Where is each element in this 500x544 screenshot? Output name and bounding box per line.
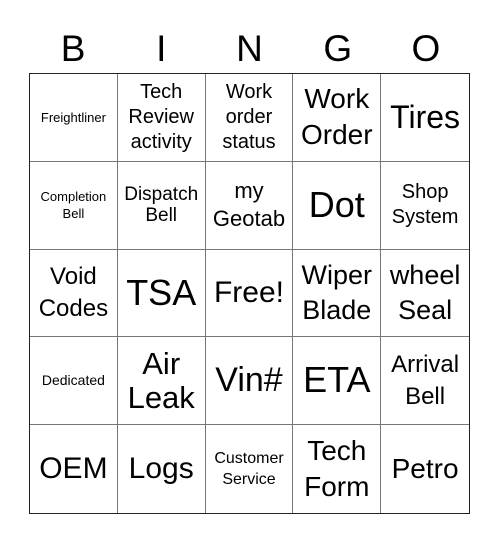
header-letter-b: B bbox=[60, 28, 86, 69]
bingo-cell[interactable]: Work order status bbox=[205, 74, 294, 162]
bingo-card: Freightliner Tech Review activity Work o… bbox=[29, 73, 470, 514]
bingo-cell[interactable]: Logs bbox=[118, 425, 206, 513]
bingo-cell[interactable]: Arrival Bell bbox=[381, 337, 469, 426]
bingo-cell[interactable]: Dispatch Bell bbox=[117, 161, 206, 250]
bingo-cell[interactable]: Petro bbox=[381, 425, 469, 513]
bingo-cell[interactable]: Freightliner bbox=[30, 74, 118, 162]
bingo-cell[interactable]: ETA bbox=[293, 337, 382, 426]
free-space-cell[interactable]: Free! bbox=[205, 249, 294, 338]
header-letter-g: G bbox=[323, 28, 353, 69]
bingo-cell[interactable]: OEM bbox=[30, 425, 118, 513]
header-letter-n: N bbox=[236, 28, 263, 69]
bingo-cell[interactable]: Shop System bbox=[381, 162, 469, 250]
header-letter-i: I bbox=[156, 28, 167, 69]
bingo-cell[interactable]: Vin# bbox=[205, 337, 294, 426]
bingo-cell[interactable]: TSA bbox=[117, 249, 206, 338]
bingo-cell[interactable]: Void Codes bbox=[30, 249, 118, 338]
header-letter-o: O bbox=[411, 28, 441, 69]
bingo-cell[interactable]: Air Leak bbox=[117, 337, 206, 426]
bingo-cell[interactable]: Wiper Blade bbox=[293, 249, 382, 338]
bingo-cell[interactable]: Dot bbox=[293, 161, 382, 250]
bingo-cell[interactable]: Tech Form bbox=[293, 425, 382, 513]
bingo-header: B I N G O bbox=[29, 26, 470, 72]
bingo-cell[interactable]: Tech Review activity bbox=[117, 74, 206, 162]
bingo-cell[interactable]: Completion Bell bbox=[30, 161, 118, 250]
bingo-cell[interactable]: wheel Seal bbox=[381, 250, 469, 338]
bingo-cell[interactable]: Dedicated bbox=[30, 337, 118, 426]
bingo-cell[interactable]: Tires bbox=[381, 74, 469, 162]
bingo-cell[interactable]: Customer Service bbox=[206, 425, 294, 513]
bingo-cell[interactable]: my Geotab bbox=[205, 161, 294, 250]
bingo-cell[interactable]: Work Order bbox=[293, 74, 382, 162]
